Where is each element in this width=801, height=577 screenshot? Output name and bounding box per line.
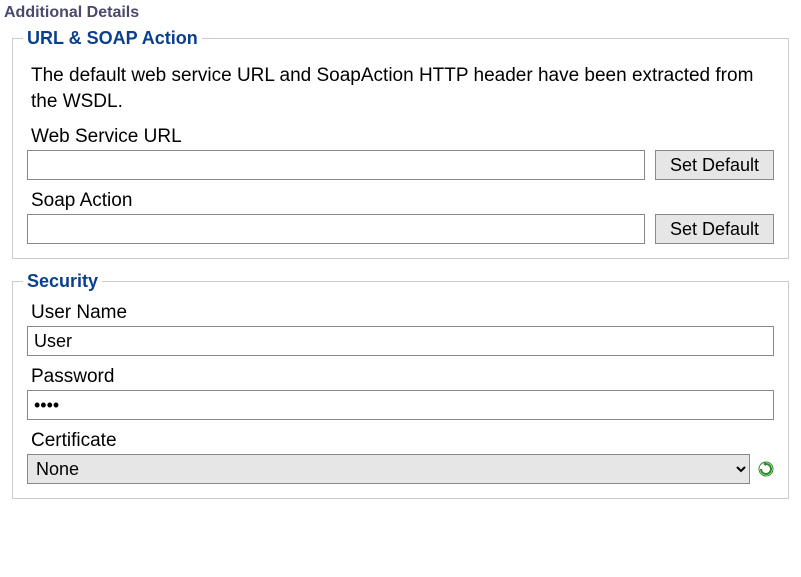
security-legend: Security [23, 271, 102, 292]
soap-action-label: Soap Action [27, 190, 774, 212]
url-soap-helper-text: The default web service URL and SoapActi… [27, 59, 774, 114]
web-service-url-set-default-button[interactable]: Set Default [655, 150, 774, 180]
web-service-url-input[interactable] [27, 150, 645, 180]
certificate-label: Certificate [27, 430, 774, 452]
refresh-icon[interactable] [758, 461, 774, 477]
password-input[interactable] [27, 390, 774, 420]
username-label: User Name [27, 302, 774, 324]
url-soap-action-group: URL & SOAP Action The default web servic… [12, 28, 789, 259]
section-heading: Additional Details [0, 0, 801, 28]
security-group: Security User Name Password Certificate … [12, 271, 789, 499]
soap-action-input[interactable] [27, 214, 645, 244]
username-input[interactable] [27, 326, 774, 356]
certificate-select[interactable]: None [27, 454, 750, 484]
url-soap-action-legend: URL & SOAP Action [23, 28, 202, 49]
soap-action-set-default-button[interactable]: Set Default [655, 214, 774, 244]
password-label: Password [27, 366, 774, 388]
web-service-url-label: Web Service URL [27, 126, 774, 148]
